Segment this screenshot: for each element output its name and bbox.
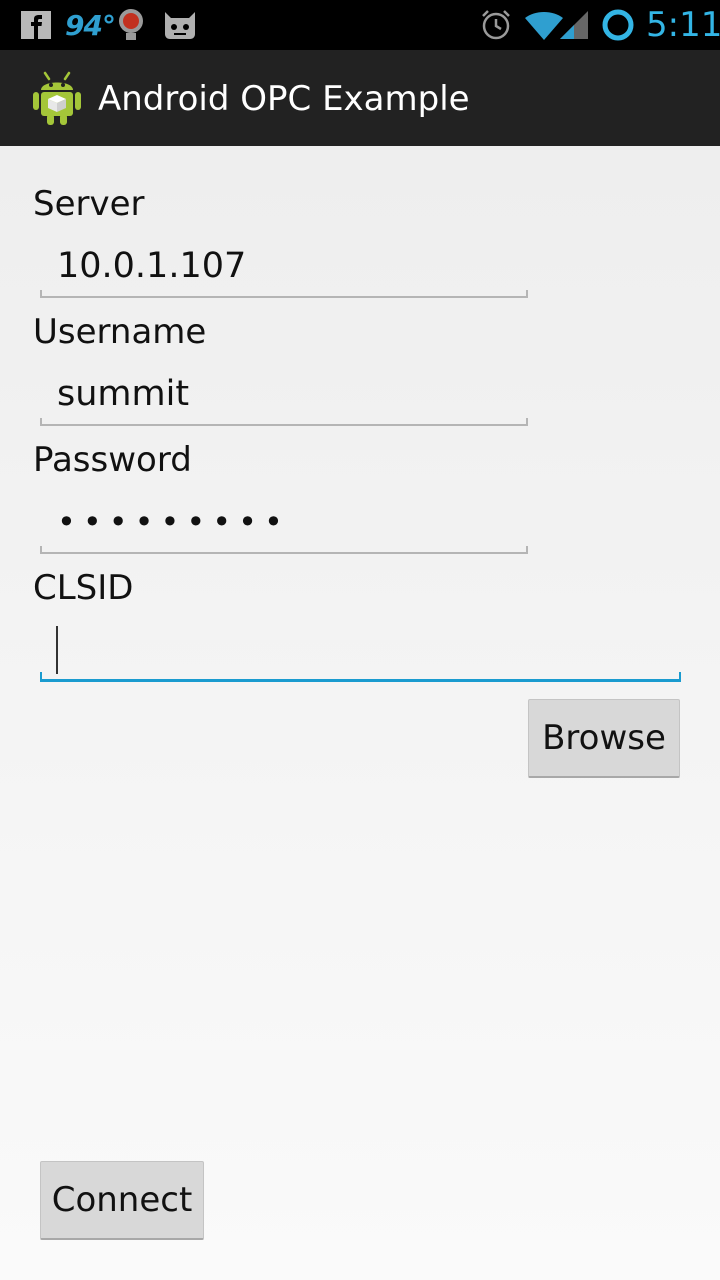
facebook-icon <box>20 0 52 50</box>
password-label: Password <box>33 440 192 480</box>
status-bar: 94° 5:11 <box>0 0 720 50</box>
action-bar: Android OPC Example <box>0 50 720 146</box>
password-field[interactable]: ••••••••• <box>40 490 528 554</box>
clsid-label: CLSID <box>33 568 134 608</box>
server-field[interactable]: 10.0.1.107 <box>40 234 528 298</box>
weather-bulb-icon <box>116 0 146 50</box>
clsid-field[interactable] <box>40 618 681 682</box>
temperature-text: 94° <box>65 8 116 42</box>
username-field-underline <box>40 418 528 426</box>
alarm-icon <box>480 0 512 50</box>
text-cursor <box>56 626 58 674</box>
app-title: Android OPC Example <box>98 79 470 119</box>
browse-button[interactable]: Browse <box>528 699 680 778</box>
server-label: Server <box>33 184 145 224</box>
password-field-underline <box>40 546 528 554</box>
connect-button[interactable]: Connect <box>40 1161 204 1240</box>
username-label: Username <box>33 312 207 352</box>
sync-ring-icon <box>601 0 635 50</box>
username-field[interactable]: summit <box>40 362 528 426</box>
main-content: Server 10.0.1.107 Username summit Passwo… <box>0 146 720 1280</box>
server-value: 10.0.1.107 <box>57 246 247 286</box>
username-value: summit <box>57 374 190 414</box>
android-robot-icon <box>32 70 82 130</box>
clock-text: 5:11 <box>646 5 720 45</box>
password-value: ••••••••• <box>57 503 290 541</box>
clsid-field-underline <box>40 672 681 682</box>
cell-signal-icon <box>558 0 590 50</box>
cyanogen-mascot-icon <box>162 0 198 50</box>
server-field-underline <box>40 290 528 298</box>
